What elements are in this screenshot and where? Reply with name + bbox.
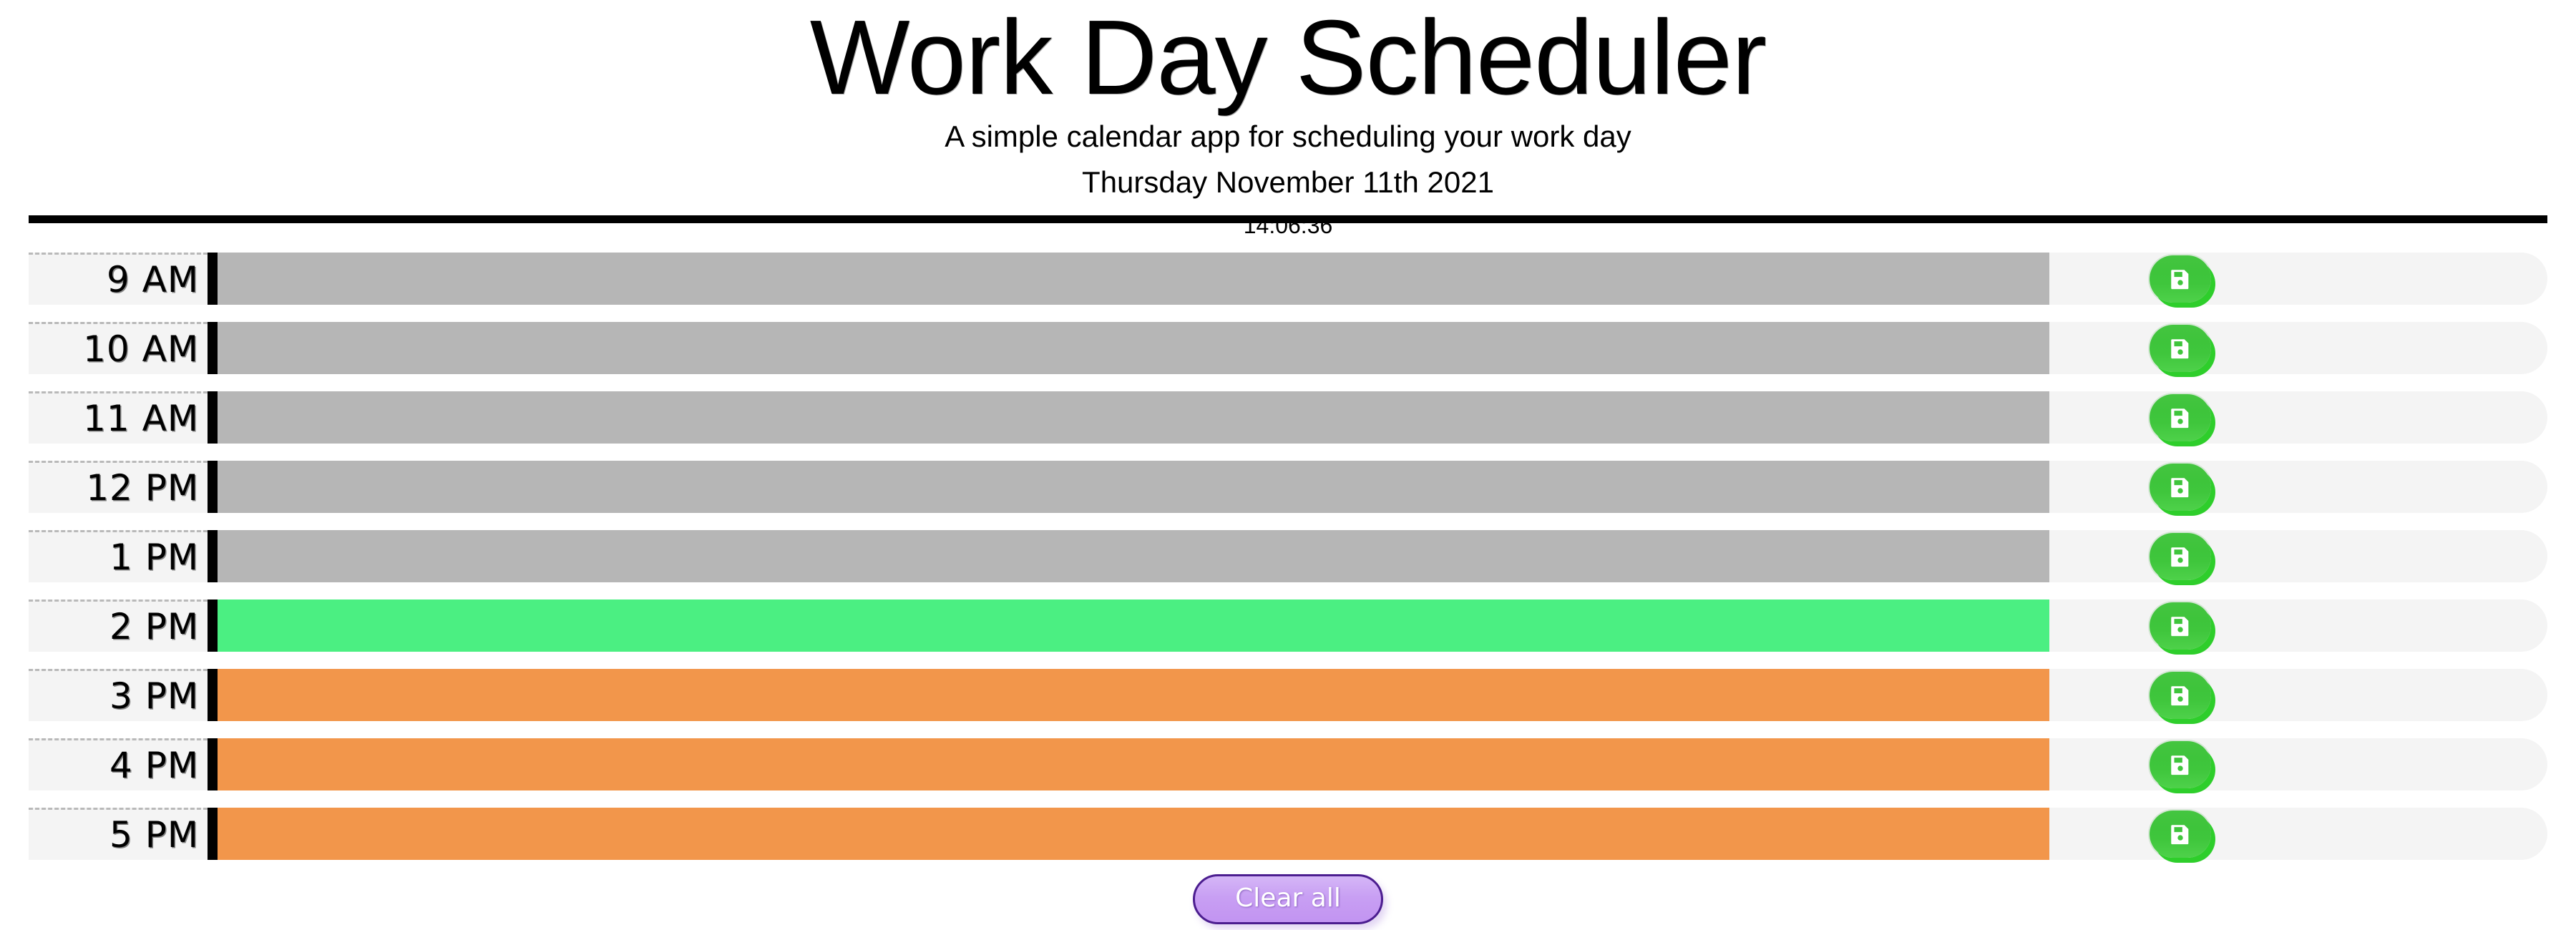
save-button-hour-10[interactable] (2150, 324, 2211, 372)
time-block: 1 PM (29, 530, 2547, 582)
time-block: 10 AM (29, 322, 2547, 374)
event-input-hour-14[interactable] (218, 599, 2049, 652)
floppy-disk-save-icon (2171, 824, 2189, 844)
event-input-hour-16[interactable] (218, 738, 2049, 790)
header-divider (29, 215, 2547, 223)
save-cell (2049, 253, 2547, 305)
hour-divider (208, 808, 218, 860)
save-cell (2049, 322, 2547, 374)
hour-label-hour-17: 5 PM (29, 808, 208, 860)
save-button-hour-15[interactable] (2150, 671, 2211, 719)
time-block: 3 PM (29, 669, 2547, 721)
event-input-hour-11[interactable] (218, 391, 2049, 444)
floppy-disk-save-icon (2171, 616, 2189, 636)
save-cell (2049, 530, 2547, 582)
hour-divider (208, 253, 218, 305)
work-day-scheduler-page: Work Day Scheduler A simple calendar app… (0, 0, 2576, 930)
hour-label-hour-10: 10 AM (29, 322, 208, 374)
hour-label-hour-15: 3 PM (29, 669, 208, 721)
floppy-disk-save-icon (2171, 408, 2189, 428)
hour-label-hour-16: 4 PM (29, 738, 208, 790)
hour-divider (208, 461, 218, 513)
save-button-hour-17[interactable] (2150, 810, 2211, 858)
hour-divider (208, 322, 218, 374)
current-day: Thursday November 11th 2021 (1082, 165, 1494, 200)
hour-label-hour-12: 12 PM (29, 461, 208, 513)
hour-label-hour-11: 11 AM (29, 391, 208, 444)
hour-divider (208, 738, 218, 790)
hour-label-hour-13: 1 PM (29, 530, 208, 582)
clear-all-button[interactable]: Clear all (1193, 874, 1383, 924)
save-button-hour-9[interactable] (2150, 255, 2211, 303)
time-block: 2 PM (29, 599, 2547, 652)
event-input-hour-15[interactable] (218, 669, 2049, 721)
hour-divider (208, 669, 218, 721)
page-subtitle: A simple calendar app for scheduling you… (945, 119, 1631, 153)
save-button-hour-14[interactable] (2150, 602, 2211, 650)
page-header: Work Day Scheduler A simple calendar app… (0, 0, 2576, 239)
event-input-hour-10[interactable] (218, 322, 2049, 374)
time-block: 5 PM (29, 808, 2547, 860)
event-input-hour-17[interactable] (218, 808, 2049, 860)
footer: Clear all (0, 874, 2576, 924)
save-button-hour-11[interactable] (2150, 393, 2211, 441)
save-cell (2049, 599, 2547, 652)
time-block: 9 AM (29, 253, 2547, 305)
event-input-hour-13[interactable] (218, 530, 2049, 582)
schedule-container: 9 AM 10 AM 11 AM 12 PM 1 PM 2 PM 3 PM 4 PM 5 PM (29, 253, 2547, 877)
event-input-hour-12[interactable] (218, 461, 2049, 513)
save-button-hour-16[interactable] (2150, 740, 2211, 788)
time-block: 12 PM (29, 461, 2547, 513)
save-cell (2049, 391, 2547, 444)
save-cell (2049, 738, 2547, 790)
hour-divider (208, 530, 218, 582)
floppy-disk-save-icon (2171, 477, 2189, 497)
save-cell (2049, 669, 2547, 721)
floppy-disk-save-icon (2171, 685, 2189, 705)
save-cell (2049, 808, 2547, 860)
save-cell (2049, 461, 2547, 513)
time-block: 11 AM (29, 391, 2547, 444)
event-input-hour-9[interactable] (218, 253, 2049, 305)
hour-label-hour-9: 9 AM (29, 253, 208, 305)
time-block: 4 PM (29, 738, 2547, 790)
save-button-hour-13[interactable] (2150, 532, 2211, 580)
floppy-disk-save-icon (2171, 755, 2189, 775)
floppy-disk-save-icon (2171, 338, 2189, 358)
hour-label-hour-14: 2 PM (29, 599, 208, 652)
page-title: Work Day Scheduler (809, 0, 1767, 117)
floppy-disk-save-icon (2171, 547, 2189, 567)
hour-divider (208, 599, 218, 652)
floppy-disk-save-icon (2171, 269, 2189, 289)
hour-divider (208, 391, 218, 444)
save-button-hour-12[interactable] (2150, 463, 2211, 511)
